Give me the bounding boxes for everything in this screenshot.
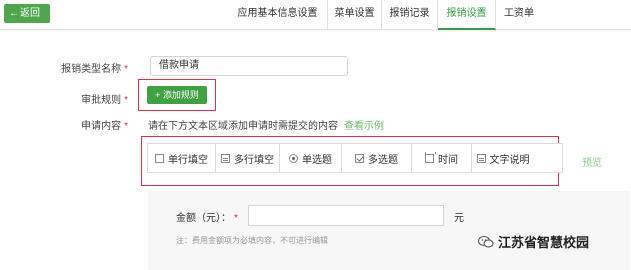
amount-note: 注：费用金额项为必填内容，不可进行编辑 <box>176 236 328 245</box>
tab-payslip[interactable]: 工资单 <box>496 0 542 30</box>
field-type-toolbar: 单行填空 多行填空 单选题 多选题 时间 文字说明 <box>147 143 563 173</box>
text-note-icon <box>476 153 486 163</box>
amount-field-panel: 金额（元）： * 元 注：费用金额项为必填内容，不可进行编辑 <box>148 191 630 270</box>
approval-rule-highlight: + 添加规则 <box>138 79 216 111</box>
field-type-single-line[interactable]: 单行填空 <box>148 144 216 172</box>
watermark: 江苏省智慧校园 <box>478 232 589 251</box>
multi-line-icon <box>221 153 230 163</box>
tab-app-basic-info[interactable]: 应用基本信息设置 <box>228 0 328 30</box>
field-type-text-note[interactable]: 文字说明 <box>472 144 534 172</box>
top-bar: ←返回 应用基本信息设置 菜单设置 报销记录 报销设置 工资单 <box>0 0 631 30</box>
radio-icon <box>289 153 298 163</box>
settings-tabs: 应用基本信息设置 菜单设置 报销记录 报销设置 工资单 <box>228 0 542 30</box>
tab-reimbursement-settings[interactable]: 报销设置 <box>438 0 496 30</box>
back-button[interactable]: ←返回 <box>4 4 50 23</box>
field-type-radio[interactable]: 单选题 <box>280 144 342 172</box>
back-arrow-icon: ← <box>9 8 19 19</box>
type-name-label: 报销类型名称 * <box>61 64 128 75</box>
watermark-text: 江苏省智慧校园 <box>498 235 590 250</box>
approval-rule-label: 审批规则 * <box>81 95 128 106</box>
content-hint: 请在下方文本区域添加申请时需提交的内容 <box>148 121 338 132</box>
add-rule-button[interactable]: + 添加规则 <box>147 86 207 104</box>
tab-menu-settings[interactable]: 菜单设置 <box>328 0 382 30</box>
preview-button[interactable]: 预览 <box>582 154 602 169</box>
calendar-icon <box>425 151 436 163</box>
amount-label: 金额（元）： * <box>176 213 238 224</box>
content-label: 申请内容 * <box>81 121 128 132</box>
amount-input[interactable] <box>248 205 444 226</box>
type-name-input[interactable]: 借款申请 <box>150 56 348 76</box>
checkbox-icon <box>355 153 364 163</box>
view-example-link[interactable]: 查看示例 <box>344 117 384 132</box>
field-type-multi-line[interactable]: 多行填空 <box>216 144 280 172</box>
field-type-time[interactable]: 时间 <box>412 144 472 172</box>
single-line-icon <box>155 153 164 163</box>
amount-unit: 元 <box>454 213 464 224</box>
back-button-label: 返回 <box>20 8 40 19</box>
field-type-checkbox[interactable]: 多选题 <box>342 144 412 172</box>
tab-reimbursement-records[interactable]: 报销记录 <box>382 0 438 30</box>
wechat-logo-icon <box>478 235 494 248</box>
